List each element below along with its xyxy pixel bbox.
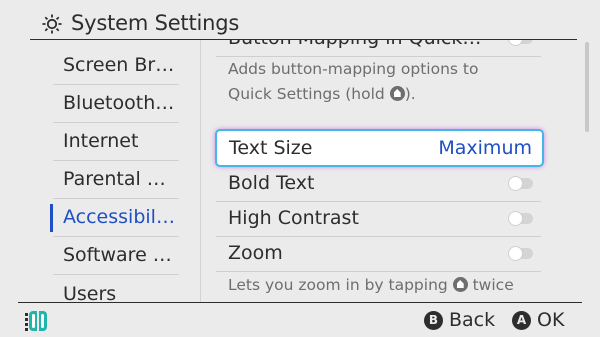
setting-description: Quick Settings (hold ). — [228, 82, 416, 107]
setting-description: Adds button-mapping options to — [228, 57, 478, 82]
sidebar-item-label: Internet — [63, 130, 139, 152]
toggle-switch[interactable] — [509, 212, 533, 225]
sidebar-item-label: Accessibility — [63, 206, 177, 228]
description-text: twice — [472, 276, 514, 294]
b-button-icon: B — [424, 311, 443, 330]
footer-bar: B Back A OK — [0, 303, 600, 337]
sidebar-item-software-updates[interactable]: Software Updates — [53, 236, 179, 275]
sidebar-item-bluetooth-audio[interactable]: Bluetooth Audio — [53, 84, 179, 123]
toggle-knob — [509, 177, 522, 190]
home-button-icon — [452, 277, 468, 292]
setting-row-zoom[interactable]: Zoom — [216, 236, 541, 272]
setting-label: Button Mapping in Quick… — [228, 40, 481, 56]
sidebar-item-internet[interactable]: Internet — [53, 122, 179, 161]
home-button-icon — [389, 86, 405, 101]
page-title: System Settings — [71, 11, 240, 35]
sidebar-item-label: Parental Controls — [63, 168, 177, 190]
toggle-knob — [509, 247, 522, 260]
back-label: Back — [449, 309, 496, 331]
scrollbar[interactable] — [585, 42, 589, 132]
gear-icon — [42, 14, 62, 34]
setting-row-text-size[interactable]: Text Size Maximum — [216, 130, 543, 166]
description-text: Quick Settings (hold — [228, 85, 385, 103]
setting-value: Maximum — [438, 137, 532, 159]
sidebar-item-label: Screen Brightness — [63, 54, 177, 76]
ok-label: OK — [537, 309, 565, 331]
header-bar: System Settings — [0, 0, 600, 40]
setting-label: Bold Text — [228, 172, 315, 194]
description-text: Lets you zoom in by tapping — [228, 276, 448, 294]
setting-label: High Contrast — [228, 207, 359, 229]
sidebar-item-parental-controls[interactable]: Parental Controls — [53, 160, 179, 199]
a-button-icon: A — [512, 311, 531, 330]
toggle-knob — [509, 212, 522, 225]
ok-button[interactable]: A OK — [512, 307, 564, 333]
active-indicator — [50, 204, 53, 232]
sidebar-item-users[interactable]: Users — [53, 275, 179, 302]
back-button[interactable]: B Back — [424, 307, 495, 333]
setting-row-high-contrast[interactable]: High Contrast — [216, 201, 541, 237]
setting-description: Lets you zoom in by tapping twice — [228, 273, 514, 298]
sidebar-item-accessibility[interactable]: Accessibility — [53, 198, 179, 237]
sidebar-item-screen-brightness[interactable]: Screen Brightness — [53, 46, 179, 85]
settings-content: Button Mapping in Quick… Adds button-map… — [201, 40, 577, 302]
description-text: Adds button-mapping options to — [228, 60, 479, 78]
toggle-switch[interactable] — [509, 247, 533, 260]
toggle-switch[interactable] — [509, 40, 533, 45]
setting-row-button-mapping[interactable]: Button Mapping in Quick… — [216, 40, 541, 57]
setting-row-bold-text[interactable]: Bold Text — [216, 166, 541, 202]
toggle-switch[interactable] — [509, 177, 533, 190]
setting-label: Text Size — [229, 137, 313, 159]
sidebar-item-label: Users — [63, 283, 117, 302]
sidebar-item-label: Bluetooth Audio — [63, 92, 177, 114]
description-text: ). — [404, 85, 416, 103]
sidebar-item-label: Software Updates — [63, 244, 177, 266]
toggle-knob — [509, 40, 522, 45]
sidebar: Screen Brightness Bluetooth Audio Intern… — [0, 40, 200, 302]
joycon-icon — [25, 311, 47, 331]
setting-label: Zoom — [228, 242, 283, 264]
